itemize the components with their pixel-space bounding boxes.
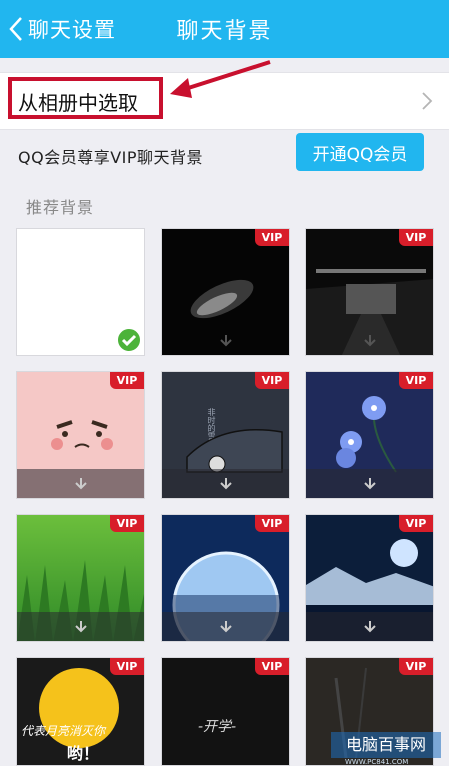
vip-badge: VIP xyxy=(110,372,144,389)
download-icon xyxy=(220,478,232,490)
download-icon xyxy=(220,621,232,633)
highlight-box xyxy=(8,77,163,119)
vip-promo-text: QQ会员尊享VIP聊天背景 xyxy=(18,148,204,167)
chevron-right-icon xyxy=(422,92,433,110)
tile-caption: 哟！ xyxy=(67,744,100,763)
selected-check-icon xyxy=(116,327,142,353)
background-tile[interactable]: VIP xyxy=(161,514,290,642)
download-icon xyxy=(75,621,87,633)
background-tile[interactable]: VIP xyxy=(161,228,290,356)
background-tile-default[interactable] xyxy=(16,228,145,356)
vip-badge: VIP xyxy=(110,515,144,532)
background-tile[interactable]: VIP xyxy=(16,514,145,642)
background-tile[interactable]: 代表月亮消灭你 哟！ VIP xyxy=(16,657,145,766)
download-icon xyxy=(364,335,376,347)
page-title: 聊天背景 xyxy=(176,19,273,44)
tile-caption: -开学- xyxy=(198,719,237,735)
background-tile[interactable]: 非时的雪 VIP xyxy=(161,371,290,499)
vip-badge: VIP xyxy=(110,658,144,675)
download-icon xyxy=(364,478,376,490)
vip-badge: VIP xyxy=(399,372,433,389)
vip-badge: VIP xyxy=(399,229,433,246)
background-tile[interactable]: VIP xyxy=(305,514,434,642)
background-tile[interactable]: VIP xyxy=(305,228,434,356)
watermark: 电脑百事网 xyxy=(331,732,441,758)
open-qq-member-button[interactable]: 开通QQ会员 xyxy=(296,133,424,171)
section-title: 推荐背景 xyxy=(26,198,95,217)
vip-badge: VIP xyxy=(255,229,289,246)
download-icon xyxy=(364,621,376,633)
tile-caption: 代表月亮消灭你 xyxy=(21,724,106,738)
background-tile[interactable]: VIP xyxy=(305,371,434,499)
nav-bar: 聊天设置 聊天背景 xyxy=(0,0,449,58)
background-tile[interactable]: -开学- VIP xyxy=(161,657,290,766)
vip-badge: VIP xyxy=(255,372,289,389)
vip-badge: VIP xyxy=(255,515,289,532)
watermark-url: WWW.PC841.COM xyxy=(345,758,409,766)
vip-badge: VIP xyxy=(399,515,433,532)
vip-badge: VIP xyxy=(255,658,289,675)
download-icon xyxy=(75,478,87,490)
vip-badge: VIP xyxy=(399,658,433,675)
annotation-arrow-icon xyxy=(170,60,271,98)
download-icon xyxy=(220,335,232,347)
background-tile[interactable]: VIP xyxy=(16,371,145,499)
